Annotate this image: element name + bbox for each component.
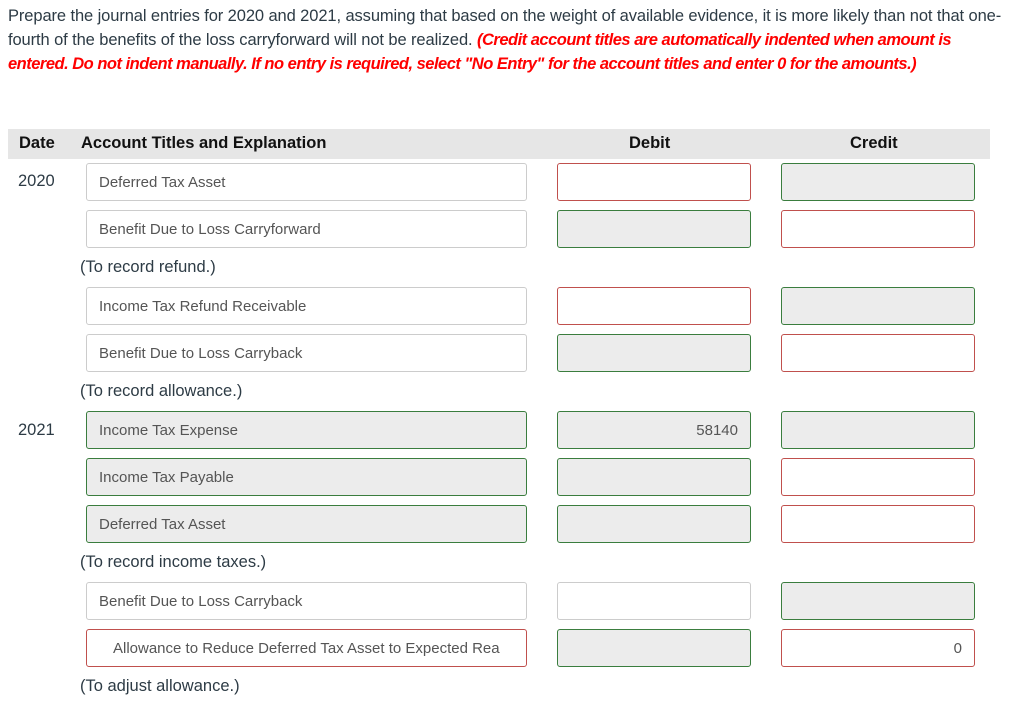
account-input[interactable]: Benefit Due to Loss Carryforward [86,210,527,248]
entry-note: (To record refund.) [80,258,216,276]
account-input[interactable]: Deferred Tax Asset [86,163,527,201]
header-credit: Credit [850,134,898,152]
credit-input[interactable] [781,582,975,620]
debit-input[interactable] [557,163,751,201]
debit-input[interactable] [557,287,751,325]
instructions: Prepare the journal entries for 2020 and… [8,4,1008,76]
debit-input[interactable] [557,334,751,372]
header-date: Date [19,134,55,152]
account-input[interactable]: Benefit Due to Loss Carryback [86,334,527,372]
credit-input[interactable] [781,163,975,201]
debit-input[interactable] [557,210,751,248]
entry-note: (To record income taxes.) [80,553,267,571]
account-input[interactable]: Income Tax Refund Receivable [86,287,527,325]
header-debit: Debit [629,134,671,152]
header-account: Account Titles and Explanation [81,134,327,152]
credit-input[interactable] [781,287,975,325]
account-input[interactable]: Income Tax Expense [86,411,527,449]
credit-input[interactable]: 0 [781,629,975,667]
entry-note: (To adjust allowance.) [80,677,240,695]
entry-note: (To record allowance.) [80,382,243,400]
debit-input[interactable] [557,582,751,620]
credit-input[interactable] [781,334,975,372]
debit-input[interactable]: 58140 [557,411,751,449]
account-input[interactable]: Deferred Tax Asset [86,505,527,543]
account-input[interactable]: Benefit Due to Loss Carryback [86,582,527,620]
credit-input[interactable] [781,411,975,449]
account-input[interactable]: Income Tax Payable [86,458,527,496]
account-input[interactable]: Allowance to Reduce Deferred Tax Asset t… [86,629,527,667]
date-2021: 2021 [18,421,55,439]
debit-input[interactable] [557,629,751,667]
date-2020: 2020 [18,172,55,190]
credit-input[interactable] [781,458,975,496]
debit-input[interactable] [557,505,751,543]
credit-input[interactable] [781,210,975,248]
debit-input[interactable] [557,458,751,496]
credit-input[interactable] [781,505,975,543]
